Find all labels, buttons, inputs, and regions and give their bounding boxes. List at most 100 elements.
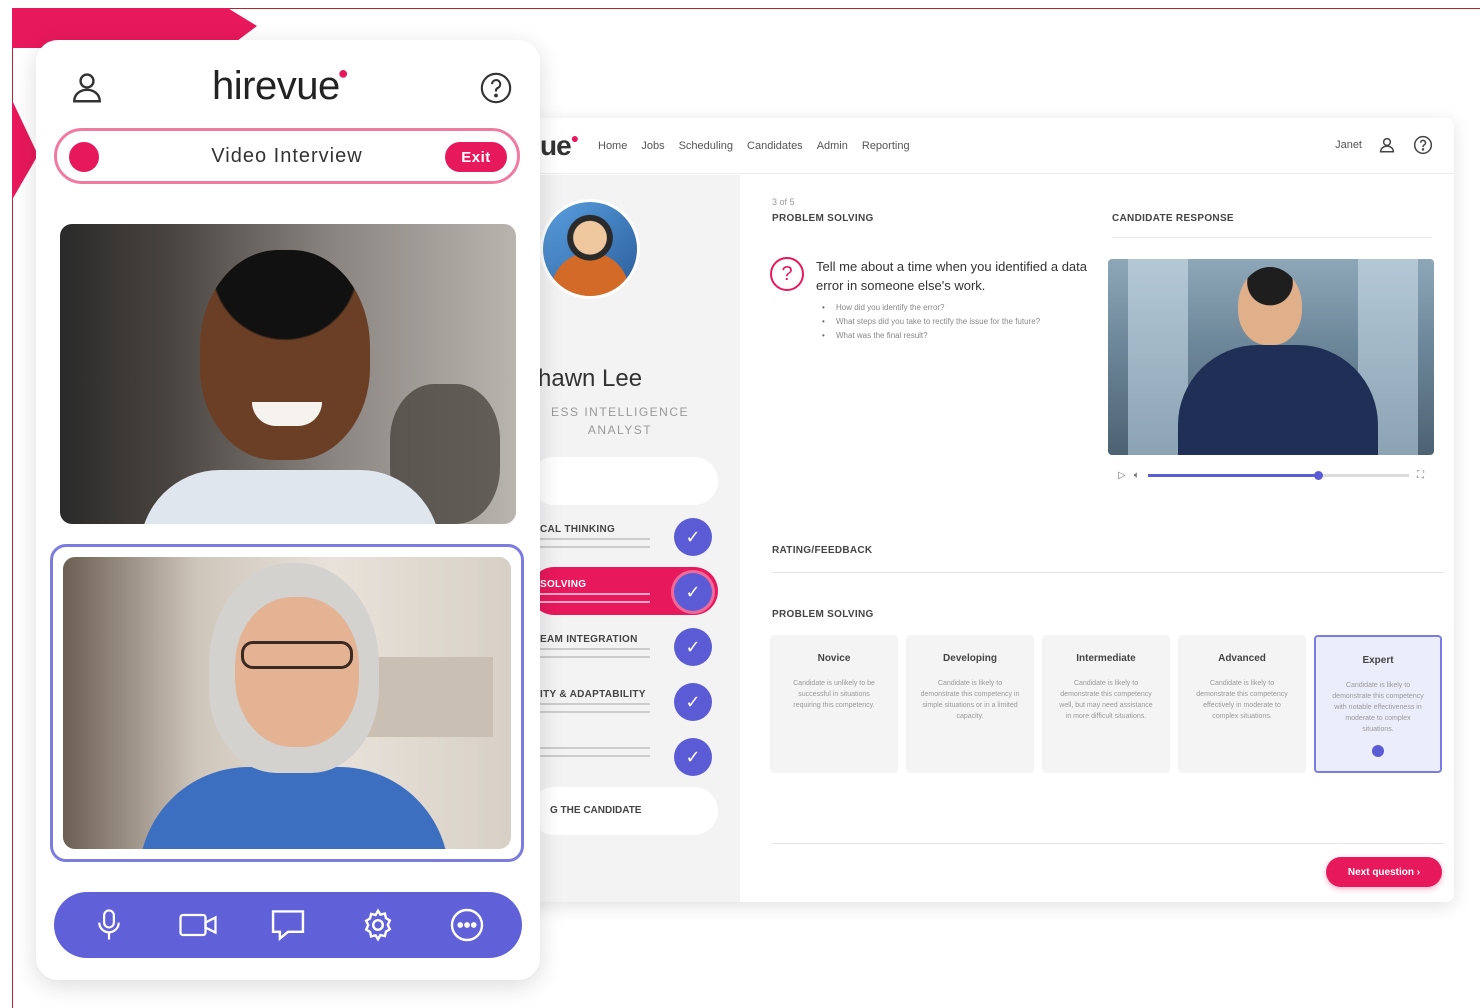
divider bbox=[772, 572, 1444, 573]
logo-dot: ● bbox=[570, 130, 580, 146]
self-video-tile bbox=[63, 557, 511, 849]
divider bbox=[1112, 237, 1432, 238]
check-icon: ✓ bbox=[674, 628, 712, 666]
competency-item-active[interactable]: SOLVING ✓ bbox=[530, 567, 718, 615]
play-icon[interactable]: ▷ bbox=[1118, 470, 1126, 481]
question-section: PROBLEM SOLVING bbox=[772, 213, 874, 224]
nav-right: Janet bbox=[1335, 134, 1434, 156]
nav-scheduling[interactable]: Scheduling bbox=[679, 140, 733, 152]
sidebar-last-item[interactable]: G THE CANDIDATE bbox=[530, 787, 718, 835]
volume-icon[interactable]: 🔈︎ bbox=[1134, 470, 1140, 481]
rating-description: Candidate is likely to demonstrate this … bbox=[1059, 680, 1153, 720]
fullscreen-icon[interactable]: ⛶ bbox=[1417, 470, 1424, 481]
next-question-label: Next question bbox=[1347, 866, 1414, 878]
candidate-role: ESS INTELLIGENCE ANALYST bbox=[550, 405, 690, 437]
check-icon: ✓ bbox=[674, 573, 712, 611]
rating-card-novice[interactable]: Novice Candidate is unlikely to be succe… bbox=[770, 635, 898, 773]
nav-jobs[interactable]: Jobs bbox=[641, 140, 664, 152]
rating-description: Candidate is likely to demonstrate this … bbox=[1196, 680, 1288, 720]
call-toolbar bbox=[54, 892, 522, 958]
question-bullet: What steps did you take to rectify the i… bbox=[822, 317, 1112, 326]
rating-title: Expert bbox=[1362, 655, 1394, 666]
video-progress-fill bbox=[1147, 473, 1318, 477]
user-icon[interactable] bbox=[66, 66, 108, 108]
rating-title: Advanced bbox=[1218, 653, 1266, 664]
check-icon: ✓ bbox=[674, 518, 712, 556]
selected-dot-icon bbox=[1372, 745, 1384, 757]
video-scrubber[interactable] bbox=[1147, 470, 1409, 480]
user-icon[interactable] bbox=[1376, 134, 1398, 156]
participant-head bbox=[200, 250, 370, 460]
rating-card-expert[interactable]: Expert Candidate is likely to demonstrat… bbox=[1314, 635, 1442, 773]
rating-title: Intermediate bbox=[1076, 653, 1136, 664]
video-controls: ▷ 🔈︎ ⛶ bbox=[1108, 461, 1434, 489]
rating-description: Candidate is likely to demonstrate this … bbox=[920, 680, 1020, 720]
camera-icon[interactable] bbox=[174, 901, 222, 949]
question-icon: ? bbox=[770, 257, 804, 291]
response-label: CANDIDATE RESPONSE bbox=[1112, 213, 1234, 224]
rating-description: Candidate is unlikely to be successful i… bbox=[793, 680, 875, 709]
rating-title: Novice bbox=[817, 653, 851, 664]
help-icon[interactable] bbox=[476, 68, 516, 108]
candidate-avatar bbox=[540, 199, 640, 299]
chat-icon[interactable] bbox=[264, 901, 312, 949]
nav-links: Home Jobs Scheduling Candidates Admin Re… bbox=[598, 140, 910, 152]
participant-face bbox=[235, 597, 359, 747]
competency-item[interactable]: ITY & ADAPTABILITY ✓ bbox=[530, 677, 718, 725]
nav-reporting[interactable]: Reporting bbox=[862, 140, 910, 152]
rating-title: Developing bbox=[943, 653, 997, 664]
nav-home[interactable]: Home bbox=[598, 140, 627, 152]
exit-button[interactable]: Exit bbox=[445, 142, 507, 172]
desktop-window: ue● Home Jobs Scheduling Candidates Admi… bbox=[520, 118, 1454, 902]
rating-card-intermediate[interactable]: Intermediate Candidate is likely to demo… bbox=[1042, 635, 1170, 773]
participant-glasses bbox=[241, 641, 353, 669]
check-icon: ✓ bbox=[674, 738, 712, 776]
logo-text: ue bbox=[540, 130, 572, 161]
sidebar-blank-pill[interactable] bbox=[530, 457, 718, 505]
rating-card-advanced[interactable]: Advanced Candidate is likely to demonstr… bbox=[1178, 635, 1306, 773]
logo-dot: ● bbox=[337, 63, 349, 83]
self-video-frame[interactable] bbox=[50, 544, 524, 862]
question-text: Tell me about a time when you identified… bbox=[816, 259, 1088, 293]
video-background bbox=[363, 657, 493, 737]
competency-description bbox=[540, 593, 650, 603]
more-icon[interactable] bbox=[443, 901, 491, 949]
video-person-head bbox=[1238, 267, 1302, 345]
rating-card-developing[interactable]: Developing Candidate is likely to demons… bbox=[906, 635, 1034, 773]
microphone-icon[interactable] bbox=[85, 901, 133, 949]
question-bullet: How did you identify the error? bbox=[822, 303, 1112, 312]
rating-description: Candidate is likely to demonstrate this … bbox=[1332, 682, 1424, 733]
participant-video-tile[interactable] bbox=[60, 224, 516, 524]
video-progress-knob[interactable] bbox=[1313, 470, 1323, 480]
rating-feedback-label: RATING/FEEDBACK bbox=[772, 545, 873, 556]
desktop-logo[interactable]: ue● bbox=[540, 130, 580, 162]
participant-body bbox=[139, 767, 449, 849]
competency-description bbox=[540, 703, 650, 713]
competency-item[interactable]: EAM INTEGRATION ✓ bbox=[530, 622, 718, 670]
rating-options: Novice Candidate is unlikely to be succe… bbox=[770, 635, 1442, 773]
candidate-video[interactable] bbox=[1108, 259, 1434, 455]
competency-description bbox=[540, 538, 650, 548]
hirevue-logo: hirevue● bbox=[212, 63, 350, 109]
interview-status-bar: Video Interview Exit bbox=[54, 128, 520, 184]
divider bbox=[772, 843, 1444, 844]
competency-item[interactable]: CAL THINKING ✓ bbox=[530, 512, 718, 560]
mobile-interview-panel: hirevue● Video Interview Exit bbox=[36, 40, 540, 980]
nav-candidates[interactable]: Candidates bbox=[747, 140, 803, 152]
logo-text: hirevue bbox=[212, 64, 340, 108]
nav-admin[interactable]: Admin bbox=[817, 140, 848, 152]
candidate-sidebar: hawn Lee ESS INTELLIGENCE ANALYST CAL TH… bbox=[520, 175, 740, 902]
participant-body bbox=[140, 470, 440, 524]
candidate-name: hawn Lee bbox=[538, 365, 643, 392]
help-icon[interactable] bbox=[1412, 134, 1434, 156]
competency-description bbox=[540, 747, 650, 757]
next-question-button[interactable]: Next question › bbox=[1326, 857, 1442, 887]
competency-description bbox=[540, 648, 650, 658]
settings-icon[interactable] bbox=[354, 901, 402, 949]
rating-section-label: PROBLEM SOLVING bbox=[772, 609, 874, 620]
question-bullets: How did you identify the error? What ste… bbox=[822, 303, 1112, 345]
user-name[interactable]: Janet bbox=[1335, 139, 1362, 151]
question-count: 3 of 5 bbox=[772, 197, 795, 207]
question-panel: 3 of 5 PROBLEM SOLVING CANDIDATE RESPONS… bbox=[740, 175, 1454, 902]
competency-item[interactable]: ✓ bbox=[530, 732, 718, 780]
